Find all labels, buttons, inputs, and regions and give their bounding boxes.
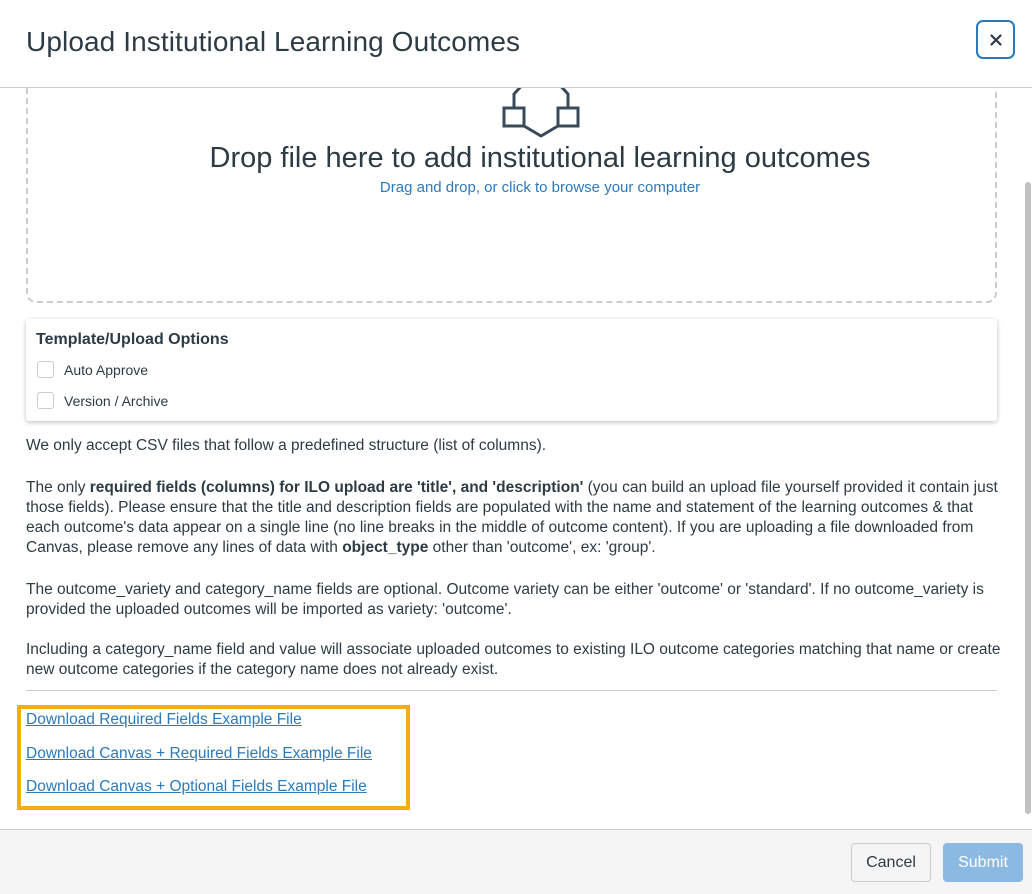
info-bold-object-type: object_type	[342, 539, 429, 556]
info-text: The only	[26, 479, 90, 496]
info-text: other than 'outcome', ex: 'group'.	[428, 539, 656, 556]
submit-button[interactable]: Submit	[943, 843, 1023, 882]
info-csv-structure: We only accept CSV files that follow a p…	[26, 437, 547, 454]
auto-approve-option[interactable]: Auto Approve	[37, 361, 148, 378]
info-optional-fields: The outcome_variety and category_name fi…	[26, 581, 984, 618]
browse-link[interactable]: Drag and drop, or click to browse your c…	[28, 179, 1032, 196]
scrollbar-thumb[interactable]	[1025, 182, 1031, 814]
download-canvas-optional-link[interactable]: Download Canvas + Optional Fields Exampl…	[26, 778, 367, 796]
upload-icon	[502, 88, 580, 138]
divider	[26, 690, 997, 691]
modal-body: Drop file here to add institutional lear…	[0, 88, 1032, 829]
version-archive-label: Version / Archive	[64, 392, 169, 409]
version-archive-option[interactable]: Version / Archive	[37, 392, 168, 409]
download-canvas-required-link[interactable]: Download Canvas + Required Fields Exampl…	[26, 745, 372, 763]
cancel-button[interactable]: Cancel	[851, 843, 931, 882]
auto-approve-checkbox[interactable]	[37, 361, 54, 378]
info-category-name: Including a category_name field and valu…	[26, 641, 1001, 678]
upload-options-panel: Template/Upload Options Auto Approve Ver…	[26, 319, 997, 421]
file-dropzone[interactable]: Drop file here to add institutional lear…	[26, 88, 997, 303]
options-title: Template/Upload Options	[36, 331, 229, 348]
info-required-fields: The only required fields (columns) for I…	[26, 478, 1006, 558]
auto-approve-label: Auto Approve	[64, 361, 149, 378]
scrollbar[interactable]	[1024, 88, 1032, 829]
close-button[interactable]	[976, 20, 1015, 59]
version-archive-checkbox[interactable]	[37, 392, 54, 409]
modal-footer: Cancel Submit	[0, 829, 1032, 894]
close-icon	[989, 33, 1002, 46]
modal-title: Upload Institutional Learning Outcomes	[26, 26, 521, 57]
dropzone-heading: Drop file here to add institutional lear…	[209, 142, 871, 174]
download-required-fields-link[interactable]: Download Required Fields Example File	[26, 711, 302, 729]
modal-header: Upload Institutional Learning Outcomes	[0, 0, 1032, 88]
info-bold-required: required fields (columns) for ILO upload…	[89, 479, 584, 496]
